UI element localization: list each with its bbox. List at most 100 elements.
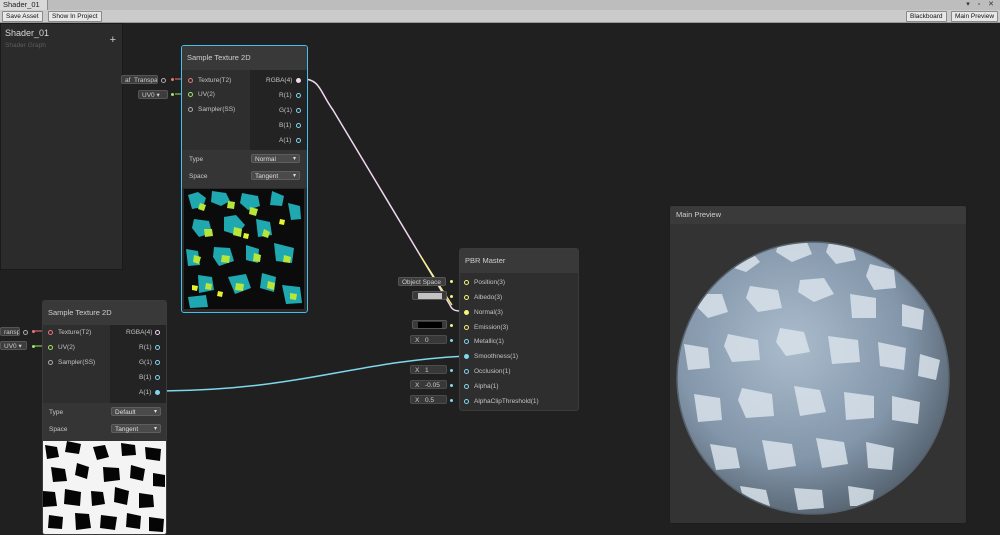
texture-connector-dot [171, 78, 174, 81]
uv-value: UV0 [142, 92, 155, 99]
texture-preview-normal [184, 189, 304, 309]
a-output-port[interactable] [296, 138, 301, 143]
type-value: Normal [255, 156, 276, 163]
texture-input-port[interactable] [48, 330, 53, 335]
g-output-port[interactable] [155, 360, 160, 365]
space-value: Tangent [115, 426, 139, 433]
alpha-value[interactable]: -0.05 [425, 381, 440, 390]
texture-property-port[interactable] [23, 330, 28, 335]
emission-color-swatch[interactable] [418, 322, 442, 328]
port-label: A(1) [279, 137, 292, 144]
type-label: Type [189, 156, 204, 163]
port-label: RGBA(4) [126, 329, 153, 336]
albedo-color-swatch[interactable] [418, 293, 442, 299]
metallic-connector-dot [450, 339, 453, 342]
blackboard-panel: Shader_01 Shader Graph + [0, 23, 123, 270]
texture-property-bottom[interactable]: ranspa [0, 327, 20, 336]
port-label: Sampler(SS) [58, 359, 96, 366]
rgba-output-port[interactable] [296, 78, 301, 83]
uv-input-port[interactable] [188, 92, 193, 97]
texture-property-port[interactable] [161, 78, 166, 83]
chevron-down-icon: ▾ [292, 156, 296, 162]
emission-color-field[interactable] [412, 320, 447, 329]
port-label: Metallic(1) [474, 338, 504, 345]
uv-input-top[interactable]: UV0 ▾ [138, 90, 168, 99]
port-label: R(1) [279, 92, 292, 99]
b-output-port[interactable] [296, 123, 301, 128]
position-input-port[interactable] [464, 280, 469, 285]
texture-input-port[interactable] [188, 78, 193, 83]
port-label: G(1) [279, 107, 292, 114]
g-output-port[interactable] [296, 108, 301, 113]
alpha-field[interactable]: X -0.05 [410, 380, 447, 389]
space-dropdown[interactable]: Tangent ▾ [251, 171, 300, 180]
main-preview-title: Main Preview [670, 206, 966, 224]
metallic-field[interactable]: X0 [410, 335, 447, 344]
uv-input-bottom[interactable]: UV0 ▾ [0, 341, 27, 350]
position-space-field[interactable]: Object Space [398, 277, 446, 286]
x-label: X [415, 382, 420, 389]
node-title[interactable]: Sample Texture 2D [43, 301, 166, 325]
r-output-port[interactable] [296, 93, 301, 98]
occlusion-connector-dot [450, 369, 453, 372]
x-label: X [415, 367, 420, 374]
alpha-input-port[interactable] [464, 384, 469, 389]
port-label: UV(2) [58, 344, 75, 351]
port-label: G(1) [139, 359, 152, 366]
occlusion-field[interactable]: X1 [410, 365, 447, 374]
texture-preview-mask [43, 441, 166, 534]
uv-value: UV0 [4, 343, 17, 350]
sample-texture-node-top[interactable]: Sample Texture 2D Texture(T2) UV(2) Samp… [181, 45, 308, 313]
emission-input-port[interactable] [464, 325, 469, 330]
metallic-input-port[interactable] [464, 339, 469, 344]
a-output-port[interactable] [155, 390, 160, 395]
port-label: A(1) [139, 389, 152, 396]
node-title[interactable]: Sample Texture 2D [182, 46, 307, 70]
b-output-port[interactable] [155, 375, 160, 380]
port-label: Position(3) [474, 279, 506, 286]
occlusion-input-port[interactable] [464, 369, 469, 374]
alpha-clip-connector-dot [450, 399, 453, 402]
albedo-connector-dot [450, 295, 453, 298]
texture-connector-dot [32, 330, 35, 333]
sampler-input-port[interactable] [188, 107, 193, 112]
r-output-port[interactable] [155, 345, 160, 350]
port-label: Texture(T2) [58, 329, 92, 336]
sample-texture-node-bottom[interactable]: Sample Texture 2D Texture(T2) UV(2) Samp… [42, 300, 167, 535]
alpha-clip-value[interactable]: 0.5 [425, 396, 434, 405]
port-label: Normal(3) [474, 309, 503, 316]
occlusion-value[interactable]: 1 [425, 366, 429, 375]
type-dropdown[interactable]: Normal ▾ [251, 154, 300, 163]
pbr-master-node[interactable]: PBR Master Position(3) Albedo(3) Normal(… [459, 248, 579, 411]
alpha-clip-input-port[interactable] [464, 399, 469, 404]
uv-input-port[interactable] [48, 345, 53, 350]
rgba-output-port[interactable] [155, 330, 160, 335]
port-label: UV(2) [198, 91, 215, 98]
emission-connector-dot [450, 324, 453, 327]
port-label: Emission(3) [474, 324, 509, 331]
port-label: B(1) [139, 374, 152, 381]
main-preview-panel[interactable]: Main Preview [669, 205, 967, 524]
alpha-clip-field[interactable]: X 0.5 [410, 395, 447, 404]
albedo-input-port[interactable] [464, 295, 469, 300]
metallic-value[interactable]: 0 [425, 336, 429, 345]
port-label: Alpha(1) [474, 383, 499, 390]
port-label: Smoothness(1) [474, 353, 519, 360]
type-dropdown[interactable]: Default ▾ [111, 407, 161, 416]
position-connector-dot [450, 280, 453, 283]
port-label: B(1) [279, 122, 292, 129]
chevron-down-icon: ▾ [292, 173, 296, 179]
type-label: Type [49, 409, 64, 416]
preview-sphere[interactable] [670, 224, 966, 523]
texture-property-top[interactable]: af_Transpa [121, 75, 158, 84]
add-property-button[interactable]: + [110, 34, 116, 46]
port-label: Occlusion(1) [474, 368, 511, 375]
node-title[interactable]: PBR Master [460, 249, 578, 273]
sampler-input-port[interactable] [48, 360, 53, 365]
normal-input-port[interactable] [464, 310, 469, 315]
uv-connector-dot [32, 345, 35, 348]
type-value: Default [115, 409, 136, 416]
albedo-color-field[interactable] [412, 291, 447, 300]
smoothness-input-port[interactable] [464, 354, 469, 359]
space-dropdown[interactable]: Tangent ▾ [111, 424, 161, 433]
